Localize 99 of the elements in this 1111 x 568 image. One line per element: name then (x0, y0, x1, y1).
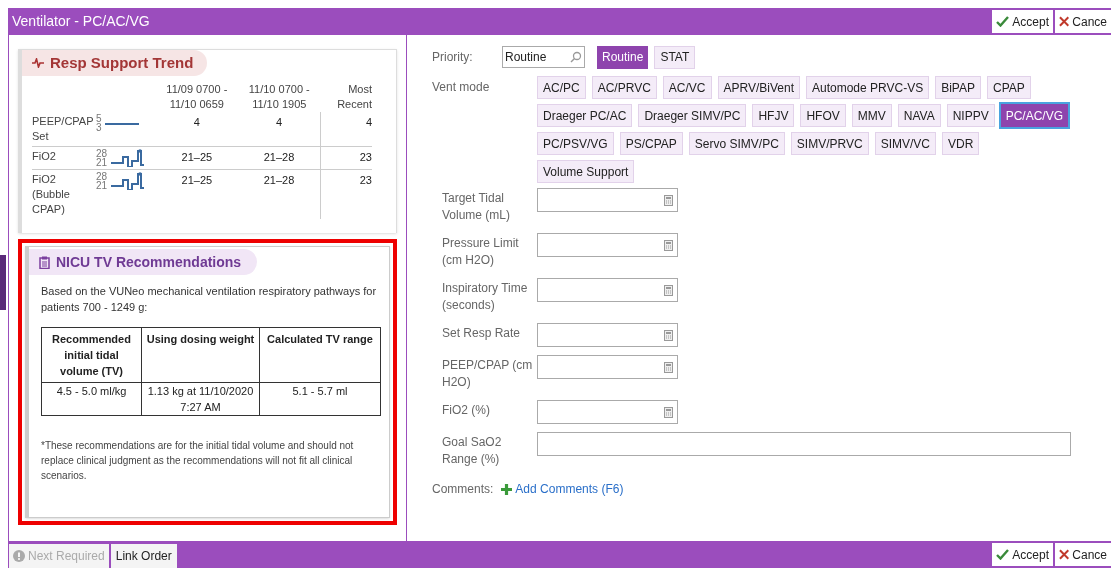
intro-text: Based on the VUNeo mechanical ventilation respiratory pathways for patients 700 - 1249 g: (41, 284, 377, 315)
side-handle[interactable] (0, 255, 6, 310)
field-label: Goal SaO2 Range (%) (442, 434, 503, 468)
search-icon (570, 51, 582, 63)
option-button[interactable]: PS/CPAP (619, 132, 683, 155)
column-header: Recommended initial tidal volume (TV) (41, 327, 142, 383)
sparkline (110, 172, 146, 190)
option-button[interactable]: Servo SIMV/PC (688, 132, 785, 155)
number-field[interactable] (537, 278, 678, 302)
close-icon (1059, 549, 1070, 560)
column-header: 11/09 0700 - 11/10 0659 (165, 82, 229, 112)
calculator-icon (664, 239, 673, 251)
column-header: Calculated TV range (259, 327, 381, 383)
add-comments-link[interactable]: Add Comments (F6) (501, 480, 624, 498)
option-button[interactable]: PC/AC/VG (1000, 104, 1069, 127)
column-header: 11/10 0700 - 11/10 1905 (238, 82, 321, 112)
window-title: Ventilator - PC/AC/VG (11, 12, 150, 31)
option-button[interactable]: HFOV (800, 104, 846, 127)
option-button[interactable]: Routine (597, 45, 649, 69)
scale-min: 21 (95, 181, 107, 190)
option-button[interactable]: AC/VC (662, 76, 712, 99)
link-order-button[interactable]: Link Order (110, 544, 177, 568)
sparkline (104, 123, 141, 125)
option-button[interactable]: Automode PRVC-VS (806, 76, 930, 99)
table-cell: 23 (320, 146, 372, 170)
option-button[interactable]: Draeger SIMV/PC (638, 104, 747, 127)
table-cell: 21–28 (238, 169, 321, 219)
field-label: PEEP/CPAP (cm H2O) (442, 357, 534, 391)
table-cell: 21–25 (155, 146, 239, 170)
disclaimer-text: *These recommendations are for the initial tidal volume and should not replace clinical judgment as the recommendations will not fit all clinical scenarios. (41, 439, 355, 483)
option-button[interactable]: STAT (654, 45, 696, 69)
alert-icon (13, 550, 25, 562)
cancel-button[interactable]: Cance (1055, 543, 1111, 566)
check-icon (996, 16, 1010, 27)
option-button[interactable]: SIMV/PRVC (790, 132, 869, 155)
calculator-icon (664, 406, 673, 418)
option-button[interactable]: NIPPV (946, 104, 995, 127)
scale-max: 28 (95, 149, 107, 158)
number-field[interactable] (537, 188, 678, 212)
row-label: PEEP/CPAP Set (32, 112, 96, 147)
sparkline (110, 149, 146, 167)
field-label: Set Resp Rate (442, 325, 522, 342)
cancel-button[interactable]: Cance (1055, 10, 1111, 33)
option-button[interactable]: VDR (942, 132, 980, 155)
option-button[interactable]: MMV (851, 104, 892, 127)
column-header: Most Recent (320, 82, 372, 112)
pulse-icon (32, 58, 44, 68)
table-cell: 4 (155, 112, 239, 147)
option-button[interactable]: APRV/BiVent (717, 76, 800, 99)
number-field[interactable] (537, 323, 678, 347)
close-icon (1059, 16, 1070, 27)
scale-min: 21 (95, 158, 107, 167)
table-cell: 1.13 kg at 11/10/2020 7:27 AM (141, 382, 260, 416)
field-label: Pressure Limit (cm H2O) (442, 235, 520, 269)
option-button[interactable]: AC/PC (537, 76, 586, 99)
table-cell: 4 (320, 112, 372, 147)
scale-min: 3 (95, 123, 102, 132)
field-label: Priority: (432, 49, 474, 66)
accept-button[interactable]: Accept (992, 543, 1053, 566)
option-button[interactable]: PC/PSV/VG (537, 132, 614, 155)
table-cell: 4 (238, 112, 321, 147)
option-button[interactable]: Draeger PC/AC (537, 104, 633, 127)
row-label: FiO2 (Bubble CPAP) (32, 169, 96, 219)
option-button[interactable]: CPAP (987, 76, 1031, 99)
check-icon (996, 549, 1010, 560)
field-label: Vent mode (432, 79, 491, 96)
text-field[interactable] (537, 432, 1071, 456)
card-title: NICU TV Recommendations (56, 252, 242, 272)
table-cell: 23 (320, 169, 372, 219)
calculator-icon (664, 284, 673, 296)
table-cell: 4.5 - 5.0 ml/kg (41, 382, 142, 416)
table-cell: 21–25 (155, 169, 239, 219)
card-title: Resp Support Trend (50, 52, 194, 73)
option-button[interactable]: HFJV (752, 104, 795, 127)
scale-max: 28 (95, 172, 107, 181)
calculator-icon (664, 329, 673, 341)
calculator-icon (664, 194, 673, 206)
plus-icon (501, 483, 513, 495)
option-button[interactable]: BiPAP (935, 76, 981, 99)
number-field[interactable] (537, 233, 678, 257)
calculator-icon (664, 361, 673, 373)
table-cell: 5.1 - 5.7 ml (259, 382, 381, 416)
clipboard-icon (39, 255, 50, 269)
field-label: Target Tidal Volume (mL) (442, 190, 512, 224)
column-header: Using dosing weight (141, 327, 260, 383)
field-label: Inspiratory Time (seconds) (442, 280, 529, 314)
option-button[interactable]: Volume Support (537, 160, 635, 183)
option-button[interactable]: NAVA (897, 104, 941, 127)
search-field[interactable]: Routine (502, 46, 585, 68)
accept-button[interactable]: Accept (992, 10, 1053, 33)
row-label: FiO2 (32, 146, 96, 170)
scale-max: 5 (95, 114, 102, 123)
table-cell: 21–28 (238, 146, 321, 170)
number-field[interactable] (537, 400, 678, 424)
field-label: FiO2 (%) (442, 402, 491, 419)
option-button[interactable]: SIMV/VC (874, 132, 936, 155)
number-field[interactable] (537, 355, 678, 379)
field-label: Comments: (432, 481, 494, 498)
option-button[interactable]: AC/PRVC (591, 76, 657, 99)
